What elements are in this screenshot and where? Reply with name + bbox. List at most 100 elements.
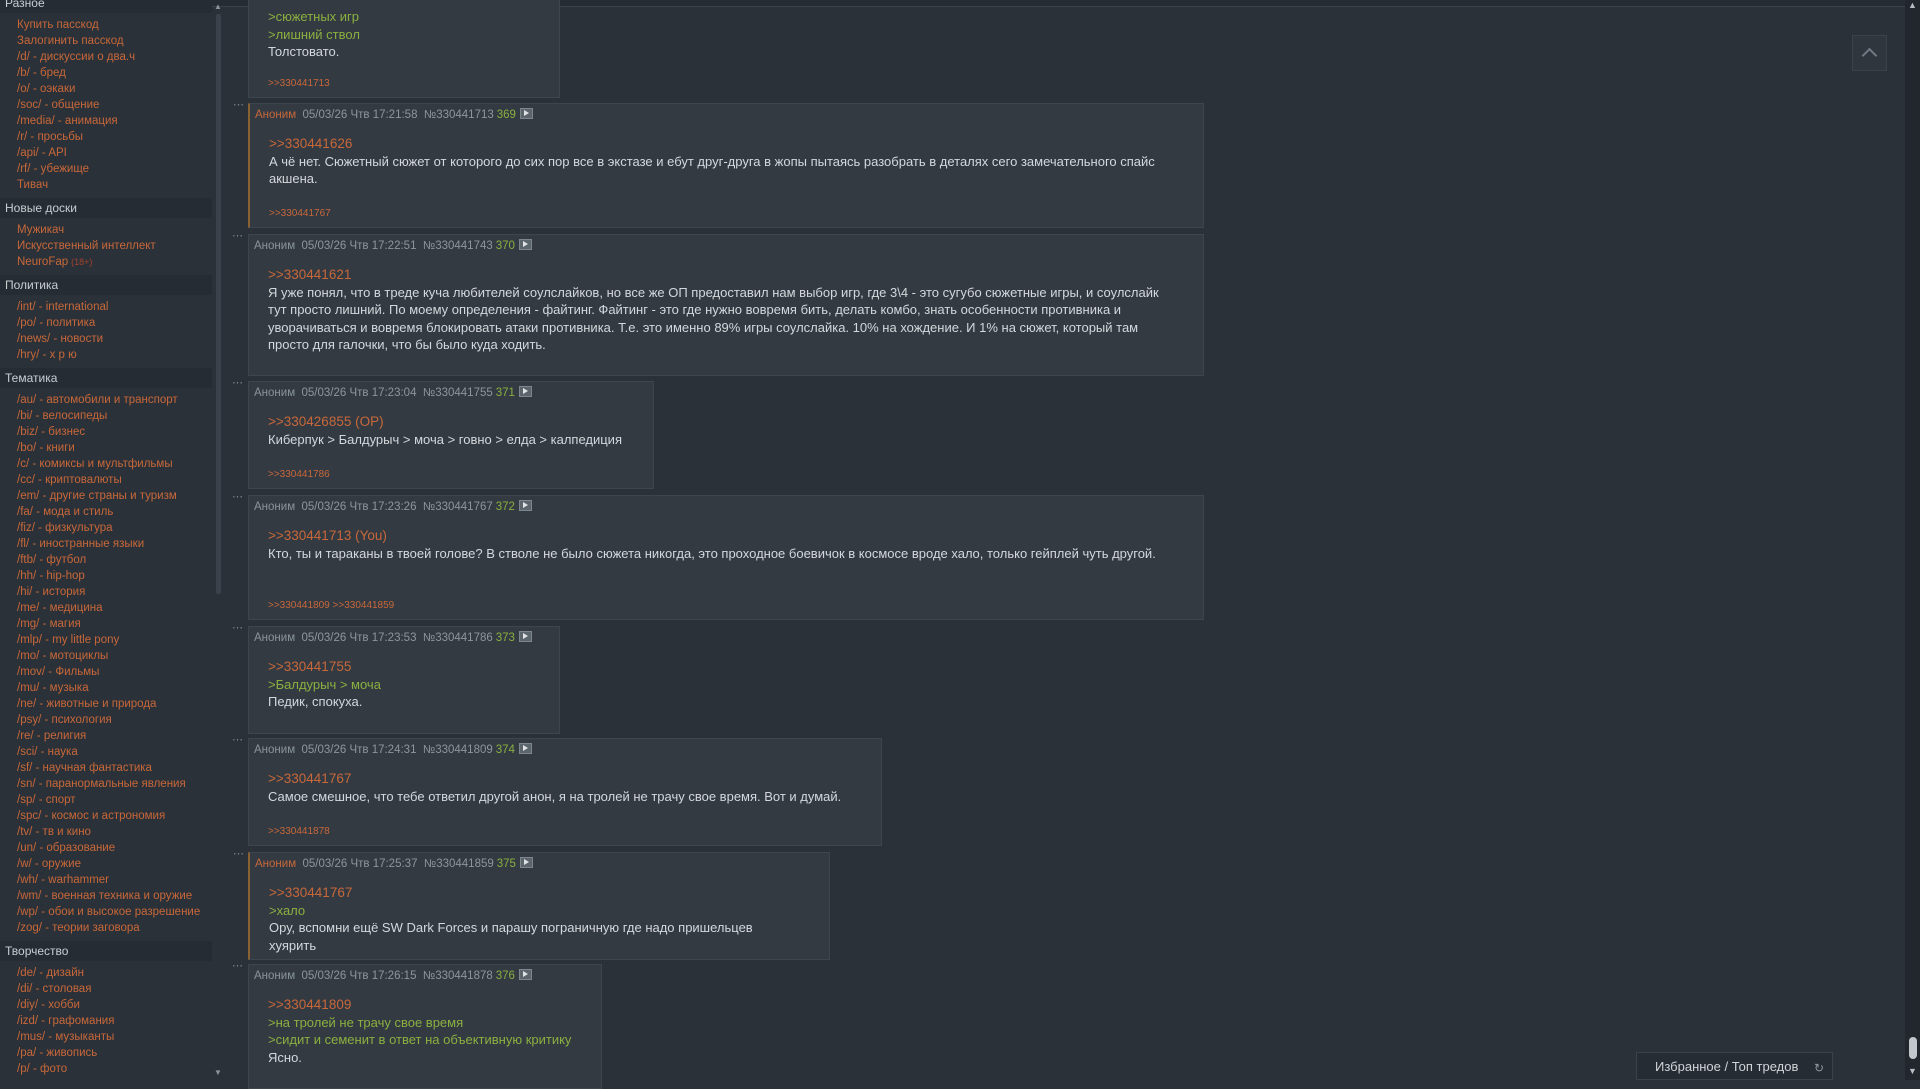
scroll-up-icon[interactable]: ▲ bbox=[1908, 0, 1917, 10]
post-author: Аноним bbox=[255, 109, 297, 121]
thread-post: ⋯ Аноним 05/03/26 Чтв 17:23:53 №330441786… bbox=[232, 622, 560, 734]
post-body: >>330441767 >хало Ору, вспомни ещё SW Dark… bbox=[250, 875, 829, 954]
thread-post: ⋯ Аноним 05/03/26 Чтв 17:23:04 №330441755… bbox=[232, 377, 654, 489]
post-id[interactable]: №330441767 bbox=[423, 501, 493, 513]
post-body: >>330441755 >Балдурыч > моча Педик, спокух… bbox=[249, 649, 559, 711]
play-icon[interactable] bbox=[518, 969, 532, 981]
post-date: 05/03/26 Чтв 17:23:26 bbox=[301, 501, 417, 513]
refresh-icon[interactable]: ↻ bbox=[1814, 1054, 1824, 1082]
post-author: Аноним bbox=[254, 240, 296, 252]
post-text: Самое смешное, что тебе ответил другой а… bbox=[268, 788, 842, 804]
thread-post: ⋯ Аноним 05/03/26 Чтв 17:21:58 №330441713… bbox=[233, 99, 1204, 228]
reply-link[interactable]: >>330441767 bbox=[268, 770, 881, 788]
post-id[interactable]: №330441713 bbox=[424, 109, 494, 121]
thread-post: ⋯ Аноним 05/03/26 Чтв 17:22:51 №330441743… bbox=[232, 230, 1204, 376]
post-number: 369 bbox=[496, 109, 516, 121]
post-author: Аноним bbox=[254, 744, 296, 756]
reply-link[interactable]: >>330441621 bbox=[268, 266, 1203, 284]
greentext-quote: >хало bbox=[269, 902, 306, 918]
post-backlinks[interactable]: >>330441767 bbox=[269, 208, 331, 219]
post-menu-icon[interactable]: ⋯ bbox=[232, 376, 243, 389]
post-backlinks[interactable]: >>330441878 bbox=[268, 826, 330, 837]
post-backlinks[interactable]: >>330441786 bbox=[268, 469, 330, 480]
play-icon[interactable] bbox=[518, 500, 532, 512]
thread-post: ⋯ Аноним 05/03/26 Чтв 17:25:37 №330441859… bbox=[233, 848, 830, 960]
post-number: 372 bbox=[495, 501, 515, 513]
post-header: Аноним 05/03/26 Чтв 17:21:58 №330441713 3… bbox=[250, 104, 1203, 126]
post-backlinks[interactable]: >>330441809 >>330441859 bbox=[268, 600, 394, 611]
post-number: 376 bbox=[495, 970, 515, 982]
post-menu-icon[interactable]: ⋯ bbox=[232, 959, 243, 972]
post-menu-icon[interactable]: ⋯ bbox=[232, 490, 243, 503]
post-body: >>330441767 Самое смешное, что тебе ответ… bbox=[249, 761, 881, 805]
post-number: 373 bbox=[495, 632, 515, 644]
reply-link[interactable]: >>330441755 bbox=[268, 658, 559, 676]
reply-link[interactable]: >>330426855 (OP) bbox=[268, 413, 653, 431]
play-icon[interactable] bbox=[518, 239, 532, 251]
greentext-quote: >Балдурыч > моча bbox=[268, 676, 381, 692]
play-icon[interactable] bbox=[518, 631, 532, 643]
post-body: >>330426855 (OP) Киберпук > Балдурыч > мо… bbox=[249, 404, 653, 448]
post-date: 05/03/26 Чтв 17:22:51 bbox=[301, 240, 417, 252]
thread-post: ⋯ Аноним 05/03/26 Чтв 17:26:15 №330441878… bbox=[232, 960, 602, 1089]
post-header: Аноним 05/03/26 Чтв 17:22:51 №330441743 3… bbox=[249, 235, 1203, 257]
scroll-to-top-button[interactable] bbox=[1852, 35, 1887, 71]
post-header: Аноним 05/03/26 Чтв 17:26:15 №330441878 3… bbox=[249, 965, 601, 987]
post-id[interactable]: №330441809 bbox=[423, 744, 493, 756]
post-header: Аноним 05/03/26 Чтв 17:23:53 №330441786 3… bbox=[249, 627, 559, 649]
post-number: 371 bbox=[495, 387, 515, 399]
thread-posts: >сюжетных игр >лишний ствол Толстовато. >>3… bbox=[0, 0, 1905, 1089]
post-menu-icon[interactable]: ⋯ bbox=[232, 229, 243, 242]
post-text: Кто, ты и тараканы в твоей голове? В ств… bbox=[268, 545, 1156, 561]
post-date: 05/03/26 Чтв 17:23:04 bbox=[301, 387, 417, 399]
post-menu-icon[interactable]: ⋯ bbox=[232, 733, 243, 746]
post-text: Ору, вспомни ещё SW Dark Forces и парашу… bbox=[269, 920, 753, 953]
greentext-quote: >сидит и семенит в ответ на объективную … bbox=[268, 1032, 572, 1048]
post-date: 05/03/26 Чтв 17:26:15 bbox=[301, 970, 417, 982]
greentext-quote: >на тролей не трачу свое время bbox=[268, 1014, 464, 1030]
play-icon[interactable] bbox=[519, 108, 533, 120]
post-author: Аноним bbox=[254, 387, 296, 399]
post-id[interactable]: №330441859 bbox=[424, 858, 494, 870]
play-icon[interactable] bbox=[518, 386, 532, 398]
thread-post: >сюжетных игр >лишний ствол Толстовато. >>3… bbox=[248, 0, 560, 98]
post-id[interactable]: №330441878 bbox=[423, 970, 493, 982]
post-date: 05/03/26 Чтв 17:24:31 bbox=[301, 744, 417, 756]
post-body: >>330441713 (You) Кто, ты и тараканы в тв… bbox=[249, 518, 1203, 562]
post-menu-icon[interactable]: ⋯ bbox=[232, 621, 243, 634]
favorites-label[interactable]: Избранное / Топ тредов bbox=[1655, 1053, 1798, 1081]
scroll-thumb[interactable] bbox=[1909, 1037, 1917, 1059]
post-header: Аноним 05/03/26 Чтв 17:23:26 №330441767 3… bbox=[249, 496, 1203, 518]
post-text: А чё нет. Сюжетный сюжет от которого до … bbox=[269, 153, 1155, 187]
reply-link[interactable]: >>330441713 (You) bbox=[268, 527, 1203, 545]
post-text: Толстовато. bbox=[268, 44, 340, 60]
favorites-bar[interactable]: Избранное / Топ тредов ↻ bbox=[1636, 1052, 1833, 1080]
thread-post: ⋯ Аноним 05/03/26 Чтв 17:23:26 №330441767… bbox=[232, 491, 1204, 620]
post-header: Аноним 05/03/26 Чтв 17:25:37 №330441859 3… bbox=[250, 853, 829, 875]
post-date: 05/03/26 Чтв 17:25:37 bbox=[302, 858, 418, 870]
post-author: Аноним bbox=[254, 632, 296, 644]
post-number: 374 bbox=[495, 744, 515, 756]
post-menu-icon[interactable]: ⋯ bbox=[233, 98, 244, 111]
reply-link[interactable]: >>330441767 bbox=[269, 884, 829, 902]
post-author: Аноним bbox=[255, 858, 297, 870]
greentext-quote: >лишний ствол bbox=[268, 26, 360, 42]
thread-post: ⋯ Аноним 05/03/26 Чтв 17:24:31 №330441809… bbox=[232, 734, 882, 846]
scroll-down-icon[interactable]: ▼ bbox=[1908, 1066, 1917, 1076]
post-id[interactable]: №330441755 bbox=[423, 387, 493, 399]
post-id[interactable]: №330441743 bbox=[423, 240, 493, 252]
post-menu-icon[interactable]: ⋯ bbox=[233, 847, 244, 860]
post-date: 05/03/26 Чтв 17:23:53 bbox=[301, 632, 417, 644]
post-text: Ясно. bbox=[268, 1049, 302, 1065]
reply-link[interactable]: >>330441626 bbox=[269, 135, 1203, 153]
post-header: Аноним 05/03/26 Чтв 17:23:04 №330441755 3… bbox=[249, 382, 653, 404]
play-icon[interactable] bbox=[518, 743, 532, 755]
reply-link[interactable]: >>330441809 bbox=[268, 996, 601, 1014]
page-scrollbar[interactable]: ▲ ▼ bbox=[1905, 0, 1920, 1080]
post-backlinks[interactable]: >>330441713 bbox=[268, 78, 330, 89]
post-id[interactable]: №330441786 bbox=[423, 632, 493, 644]
play-icon[interactable] bbox=[519, 857, 533, 869]
greentext-quote: >сюжетных игр bbox=[268, 9, 360, 24]
post-body: >сюжетных игр >лишний ствол Толстовато. bbox=[249, 0, 559, 61]
post-number: 370 bbox=[495, 240, 515, 252]
